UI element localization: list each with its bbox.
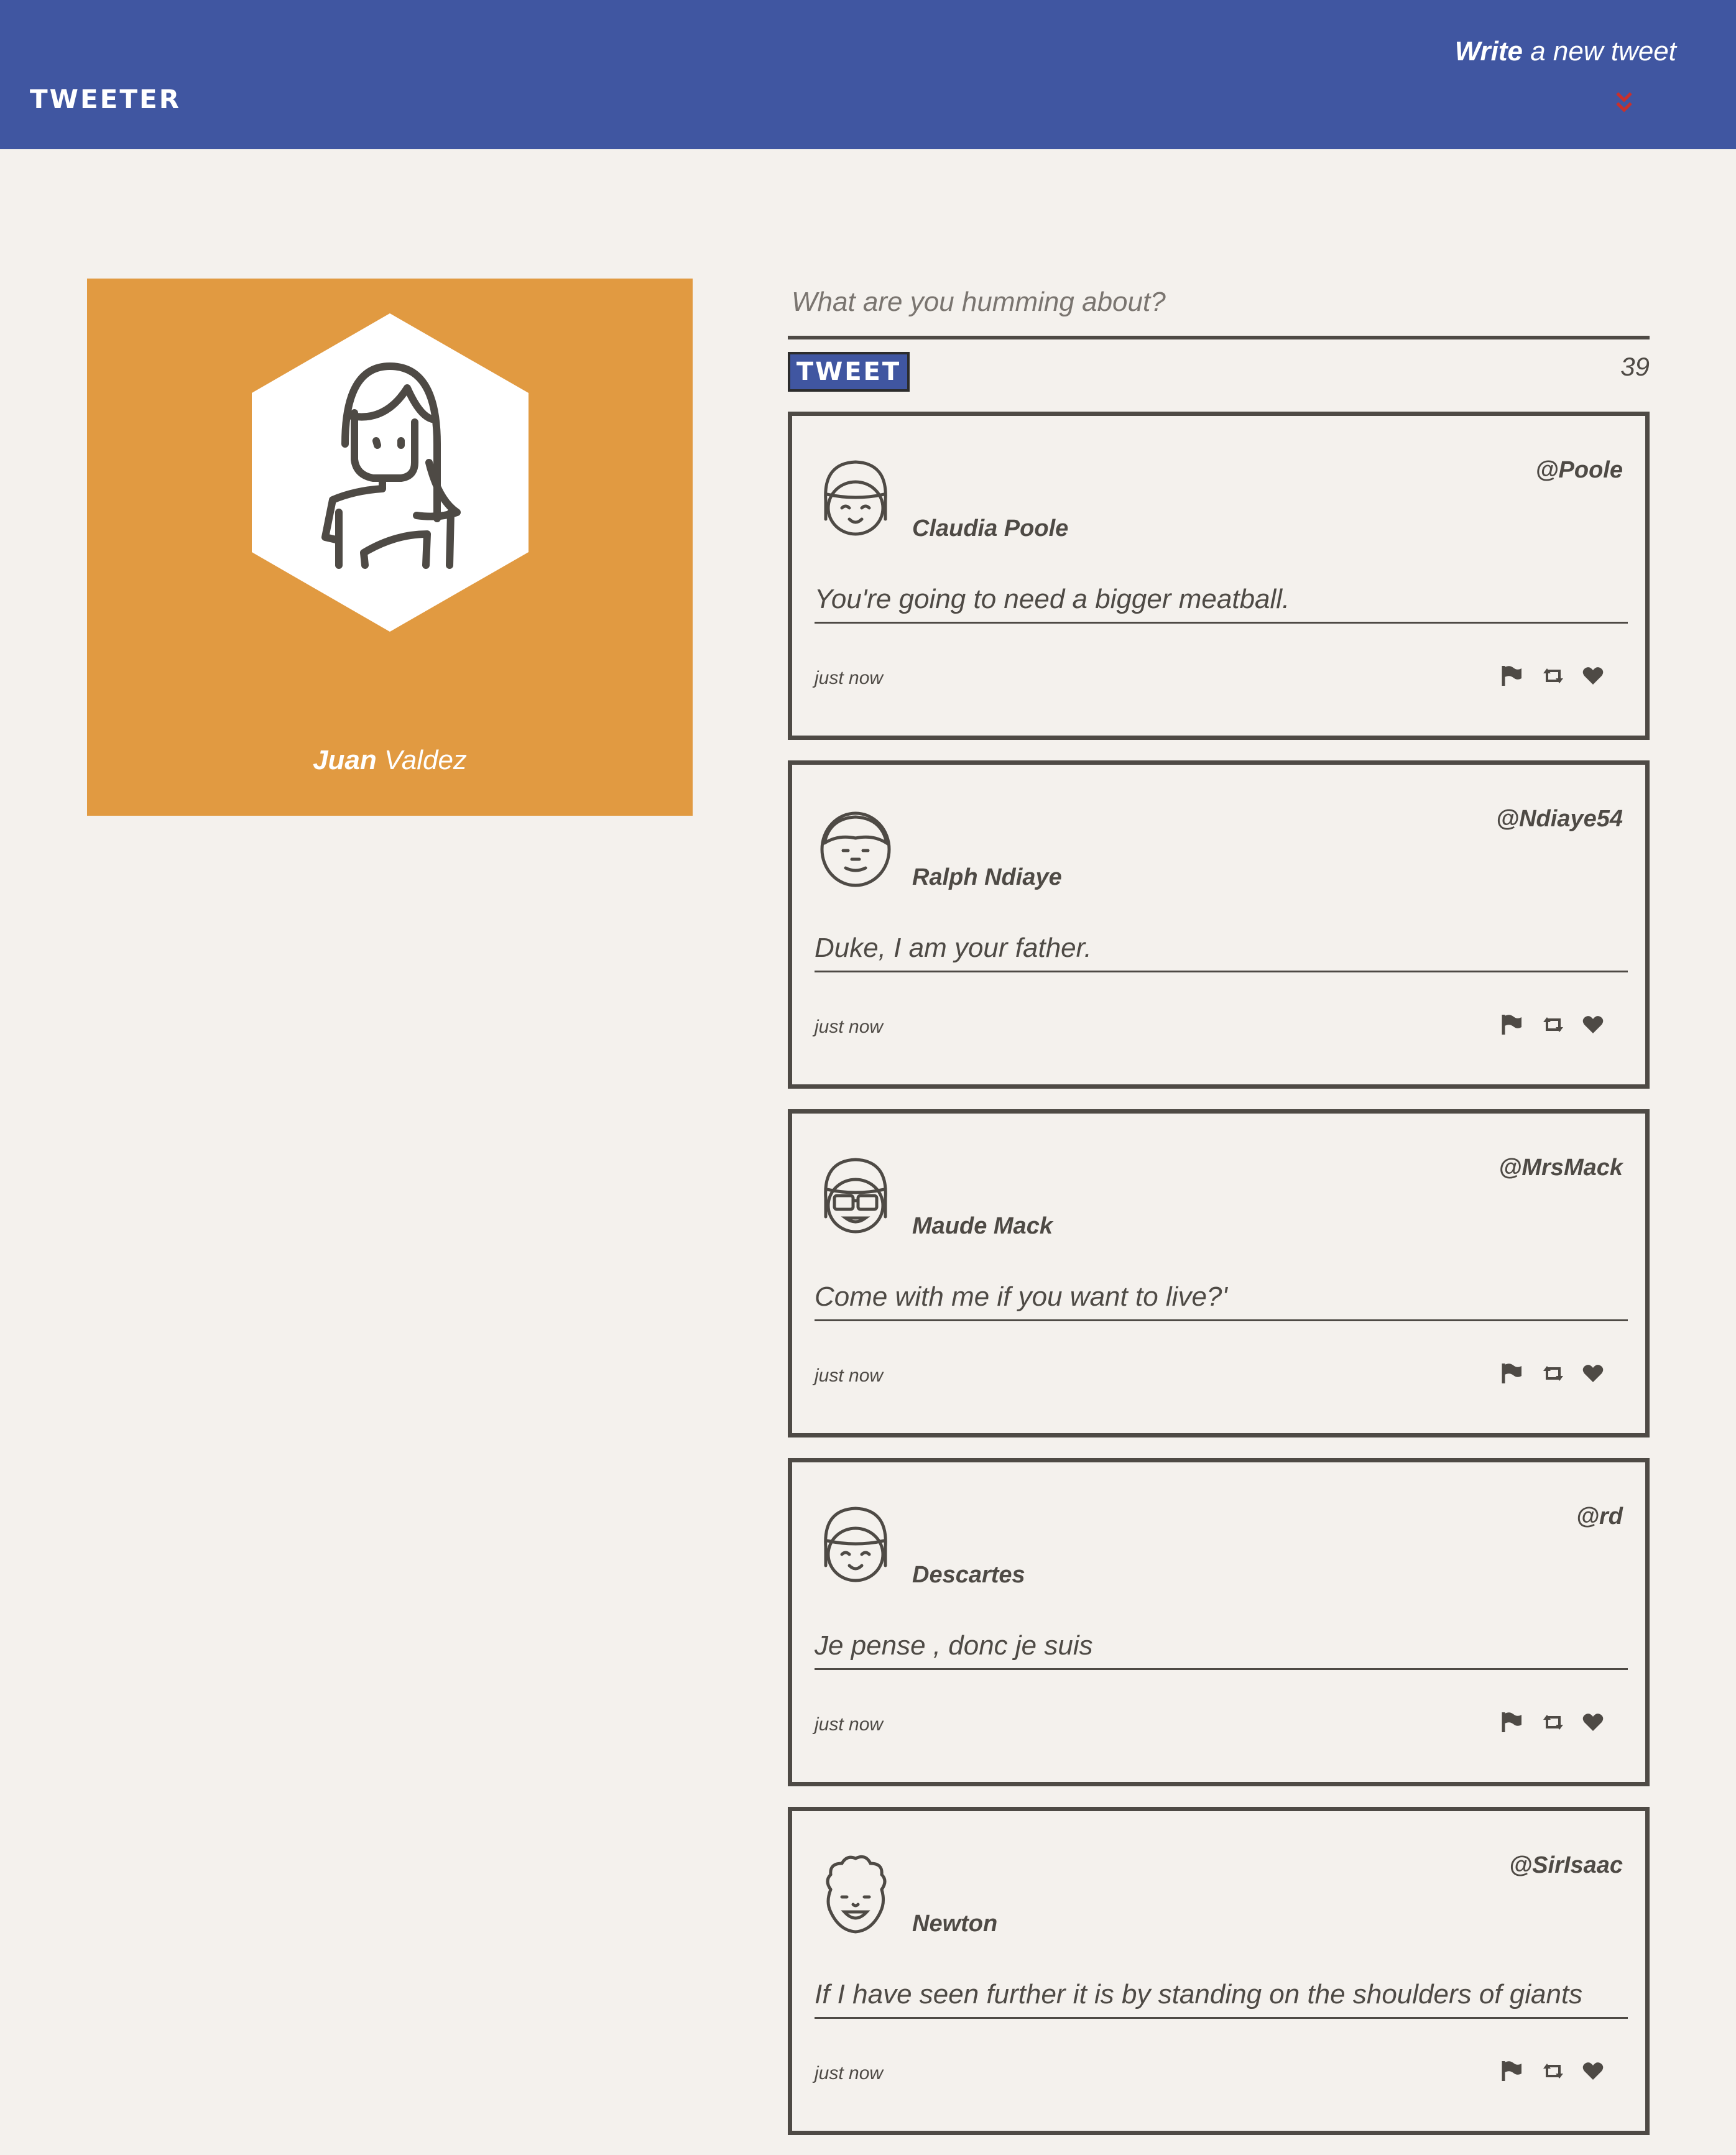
tweet-author-name: Newton xyxy=(912,1911,998,1937)
heart-icon[interactable] xyxy=(1582,1013,1604,1036)
girl-bangs-avatar-icon xyxy=(824,460,887,536)
write-label-bold: Write xyxy=(1454,36,1523,67)
logo: TWEETER xyxy=(30,84,182,114)
profile-first-name: Juan xyxy=(313,745,377,775)
flag-icon[interactable] xyxy=(1501,665,1523,687)
flag-icon[interactable] xyxy=(1501,1362,1523,1385)
tweet-submit-button[interactable]: TWEET xyxy=(788,352,910,392)
tweet-timestamp: just now xyxy=(815,1365,884,1386)
top-nav: TWEETER Write a new tweet xyxy=(0,0,1736,149)
boy-avatar-icon xyxy=(820,811,891,887)
tweet-card: @Poole Claudia Poole You're going to nee… xyxy=(788,412,1650,740)
tweet-author-name: Ralph Ndiaye xyxy=(912,864,1062,890)
tweet-timestamp: just now xyxy=(815,668,884,688)
tweet-text-input[interactable] xyxy=(788,255,1650,339)
tweet-handle: @rd xyxy=(1576,1503,1623,1530)
girl-bangs-avatar-icon xyxy=(824,1507,887,1582)
girl-sunglasses-avatar-icon xyxy=(824,1158,887,1234)
heart-icon[interactable] xyxy=(1582,2060,1604,2082)
tweet-timestamp: just now xyxy=(815,2063,884,2083)
tweet-timestamp: just now xyxy=(815,1714,884,1735)
flag-icon[interactable] xyxy=(1501,2060,1523,2082)
double-chevron-down-icon xyxy=(1616,92,1632,113)
tweet-card: @Ndiaye54 Ralph Ndiaye Duke, I am your f… xyxy=(788,760,1650,1089)
write-new-tweet-toggle[interactable]: Write a new tweet xyxy=(1415,36,1676,123)
compose-form: TWEET 39 xyxy=(788,255,1650,392)
tweet-card: @rd Descartes Je pense , donc je suis ju… xyxy=(788,1458,1650,1786)
tweet-handle: @Poole xyxy=(1535,457,1623,483)
retweet-icon[interactable] xyxy=(1542,1013,1564,1036)
retweet-icon[interactable] xyxy=(1542,1711,1564,1733)
heart-icon[interactable] xyxy=(1582,665,1604,687)
tweet-content: Duke, I am your father. xyxy=(815,933,1628,972)
heart-icon[interactable] xyxy=(1582,1362,1604,1385)
flag-icon[interactable] xyxy=(1501,1013,1523,1036)
retweet-icon[interactable] xyxy=(1542,2060,1564,2082)
tweet-card: @MrsMack Maude Mack Come with me if you … xyxy=(788,1109,1650,1437)
profile-card: Juan Valdez xyxy=(87,279,693,816)
heart-icon[interactable] xyxy=(1582,1711,1604,1733)
tweet-timestamp: just now xyxy=(815,1017,884,1037)
tweet-handle: @SirIsaac xyxy=(1509,1852,1623,1878)
flag-icon[interactable] xyxy=(1501,1711,1523,1733)
write-new-tweet-label: Write a new tweet xyxy=(1415,36,1676,67)
character-counter: 39 xyxy=(1620,352,1650,381)
profile-name: Juan Valdez xyxy=(87,745,693,776)
profile-last-name: Valdez xyxy=(376,745,467,775)
tweet-handle: @MrsMack xyxy=(1498,1155,1623,1181)
tweet-author-name: Maude Mack xyxy=(912,1213,1053,1239)
tweet-content: You're going to need a bigger meatball. xyxy=(815,584,1628,624)
tweet-content: Je pense , donc je suis xyxy=(815,1630,1628,1670)
tweet-handle: @Ndiaye54 xyxy=(1496,806,1623,832)
curly-hair-avatar-icon xyxy=(826,1855,887,1934)
tweet-card: @SirIsaac Newton If I have seen further … xyxy=(788,1807,1650,2135)
write-label-rest: a new tweet xyxy=(1522,36,1676,67)
retweet-icon[interactable] xyxy=(1542,665,1564,687)
tweet-author-name: Descartes xyxy=(912,1562,1025,1588)
tweet-content: Come with me if you want to live?' xyxy=(815,1281,1628,1321)
tweet-content: If I have seen further it is by standing… xyxy=(815,1979,1628,2019)
woman-avatar-icon xyxy=(252,313,529,632)
retweet-icon[interactable] xyxy=(1542,1362,1564,1385)
tweet-author-name: Claudia Poole xyxy=(912,515,1069,542)
